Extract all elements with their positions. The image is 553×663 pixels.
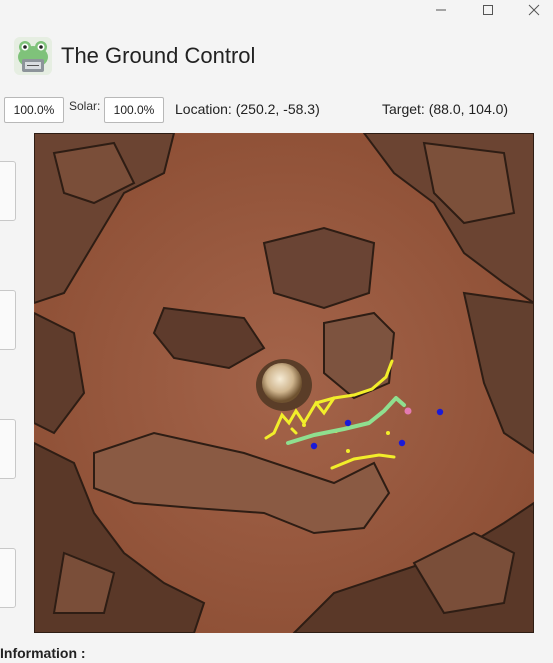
solar-label: Solar: — [69, 99, 101, 113]
app-title: The Ground Control — [61, 43, 256, 68]
battery-field[interactable]: 100.0% — [4, 97, 64, 123]
solar-field[interactable]: 100.0% — [104, 97, 164, 123]
location-readout: Location: (250.2, -58.3) — [175, 101, 320, 117]
close-icon[interactable] — [517, 0, 551, 20]
information-label: Information : — [0, 645, 86, 661]
rover-marker — [404, 407, 412, 415]
window-titlebar — [0, 0, 553, 24]
frog-robot-icon — [14, 37, 52, 75]
app-header: The Ground Control — [14, 36, 255, 76]
minimize-icon[interactable] — [424, 0, 458, 20]
maximize-icon[interactable] — [471, 0, 505, 20]
side-button-4[interactable] — [0, 548, 16, 608]
status-bar: 100.0% Solar: 100.0% Location: (250.2, -… — [4, 97, 549, 123]
side-button-2[interactable] — [0, 290, 16, 350]
terrain-map-canvas — [34, 133, 534, 633]
terrain-map[interactable] — [34, 133, 534, 633]
side-button-3[interactable] — [0, 419, 16, 479]
target-readout: Target: (88.0, 104.0) — [382, 101, 509, 117]
crater-orb — [262, 363, 302, 403]
side-button-1[interactable] — [0, 161, 16, 221]
